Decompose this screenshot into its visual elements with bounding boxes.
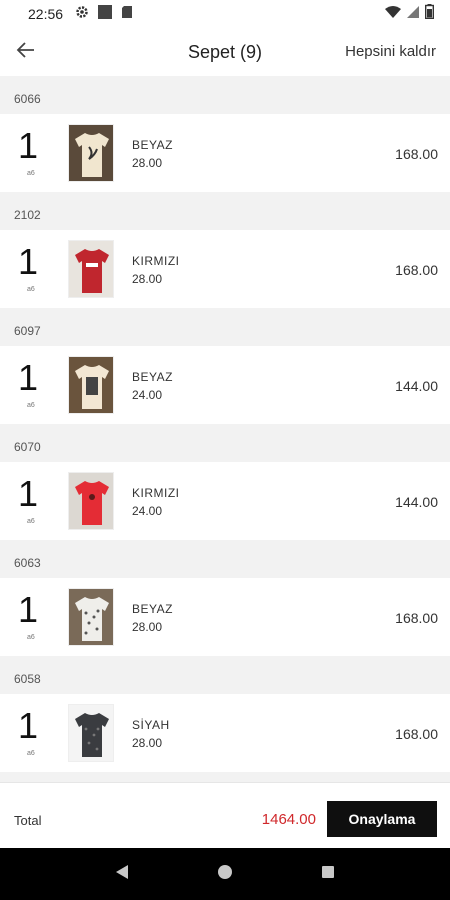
item-variant: BEYAZ [132, 370, 173, 384]
confirm-button[interactable]: Onaylama [327, 801, 437, 837]
product-thumbnail[interactable] [68, 588, 114, 646]
wifi-icon [385, 5, 401, 23]
item-unit-price: 28.00 [132, 156, 163, 170]
item-line-total: 168.00 [395, 146, 438, 162]
cart-list[interactable]: 6066 1 a6 BEYAZ 28.00 168.00 2102 1 a6 K… [0, 76, 450, 782]
item-unit-price: 28.00 [132, 272, 163, 286]
nav-home-button[interactable] [210, 859, 240, 889]
product-code-header: 6058 [0, 656, 450, 694]
item-unit-price: 24.00 [132, 388, 163, 402]
item-variant: SİYAH [132, 718, 170, 732]
item-variant: BEYAZ [132, 138, 173, 152]
status-left-icons [75, 4, 133, 25]
item-quantity-unit: a6 [27, 518, 35, 525]
item-quantity-unit: a6 [27, 286, 35, 293]
cart-item-row[interactable]: 1 a6 KIRMIZI 28.00 168.00 [0, 230, 450, 308]
item-quantity: 1 [18, 705, 39, 746]
total-value: 1464.00 [261, 811, 316, 828]
item-unit-price: 28.00 [132, 620, 163, 634]
item-unit-price: 24.00 [132, 504, 163, 518]
product-code-header: 6070 [0, 424, 450, 462]
item-unit-price: 28.00 [132, 736, 163, 750]
product-code-header: 6097 [0, 308, 450, 346]
product-code-header: 6048 [0, 772, 450, 782]
nav-back-button[interactable] [107, 859, 137, 889]
total-label: Total [14, 813, 42, 828]
item-quantity: 1 [18, 473, 39, 514]
item-quantity: 1 [18, 125, 39, 166]
system-nav-bar [0, 848, 450, 900]
item-variant: KIRMIZI [132, 254, 180, 268]
status-time: 22:56 [28, 6, 64, 22]
item-quantity-unit: a6 [27, 634, 35, 641]
recents-square-icon [320, 864, 336, 885]
item-quantity: 1 [18, 357, 39, 398]
product-code-header: 6066 [0, 76, 450, 114]
remove-all-button[interactable]: Hepsini kaldır [345, 43, 436, 60]
item-quantity-unit: a6 [27, 402, 35, 409]
product-thumbnail[interactable] [68, 704, 114, 762]
cart-item-row[interactable]: 1 a6 BEYAZ 24.00 144.00 [0, 346, 450, 424]
cart-item-row[interactable]: 1 a6 SİYAH 28.00 168.00 [0, 694, 450, 772]
product-code-header: 2102 [0, 192, 450, 230]
home-circle-icon [217, 864, 233, 885]
nav-recents-button[interactable] [313, 859, 343, 889]
square-icon [97, 4, 113, 25]
item-variant: KIRMIZI [132, 486, 180, 500]
item-quantity: 1 [18, 589, 39, 630]
battery-icon [424, 4, 434, 24]
app-bar: Sepet (9) Hepsini kaldır [0, 28, 450, 76]
signal-icon [407, 5, 419, 23]
status-bar: 22:56 [0, 0, 450, 28]
cart-item-row[interactable]: 1 a6 BEYAZ 28.00 168.00 [0, 114, 450, 192]
item-line-total: 168.00 [395, 262, 438, 278]
sd-card-icon [121, 5, 133, 24]
cart-item-row[interactable]: 1 a6 KIRMIZI 24.00 144.00 [0, 462, 450, 540]
product-thumbnail[interactable] [68, 356, 114, 414]
gear-icon [75, 5, 89, 24]
status-right-icons [385, 4, 434, 24]
checkout-footer: Total 1464.00 Onaylama [0, 782, 450, 848]
item-line-total: 168.00 [395, 610, 438, 626]
product-code-header: 6063 [0, 540, 450, 578]
item-variant: BEYAZ [132, 602, 173, 616]
product-thumbnail[interactable] [68, 472, 114, 530]
item-line-total: 168.00 [395, 726, 438, 742]
item-quantity: 1 [18, 241, 39, 282]
item-line-total: 144.00 [395, 494, 438, 510]
item-quantity-unit: a6 [27, 170, 35, 177]
cart-item-row[interactable]: 1 a6 BEYAZ 28.00 168.00 [0, 578, 450, 656]
back-triangle-icon [114, 864, 130, 885]
product-thumbnail[interactable] [68, 240, 114, 298]
item-line-total: 144.00 [395, 378, 438, 394]
item-quantity-unit: a6 [27, 750, 35, 757]
product-thumbnail[interactable] [68, 124, 114, 182]
